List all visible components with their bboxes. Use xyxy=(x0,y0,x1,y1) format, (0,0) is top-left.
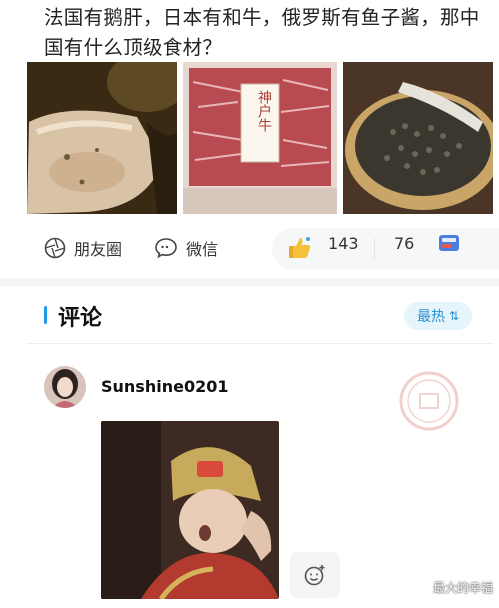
like-button[interactable] xyxy=(286,232,314,264)
kobe-beef-image[interactable]: 神户牛 xyxy=(183,62,337,214)
etc-badge-icon[interactable] xyxy=(438,234,460,254)
divider-line xyxy=(27,343,493,344)
comments-heading: 评论 xyxy=(58,306,103,331)
add-reaction-button[interactable] xyxy=(290,552,340,598)
caviar-image[interactable] xyxy=(343,62,493,214)
sort-label: 最热 xyxy=(416,309,445,325)
section-separator xyxy=(0,278,499,286)
seal-stamp-icon xyxy=(399,371,459,431)
post-image-strip: 神户牛 xyxy=(27,62,493,214)
thumbs-up-icon xyxy=(289,237,311,258)
comment-count[interactable]: 76 xyxy=(394,234,414,253)
sort-arrows-icon: ⇅ xyxy=(448,309,460,323)
watermark-text: 最大的幸福 xyxy=(432,581,493,595)
like-count: 143 xyxy=(328,234,359,253)
moments-label: 朋友圈 xyxy=(74,240,123,259)
chat-bubble-icon xyxy=(155,238,177,259)
share-moments-button[interactable]: 朋友圈 xyxy=(44,232,122,264)
aperture-icon xyxy=(44,237,66,259)
comment-username[interactable]: Sunshine0201 xyxy=(101,377,228,396)
share-wechat-button[interactable]: 微信 xyxy=(154,232,218,264)
avatar[interactable] xyxy=(44,366,86,408)
post-title: 法国有鹅肝，日本有和牛，俄罗斯有鱼子酱，那中国有什么顶级食材？ xyxy=(44,6,480,59)
comment-image[interactable] xyxy=(101,421,279,599)
pill-divider xyxy=(374,238,375,260)
kobe-beef-sign: 神户牛 xyxy=(256,90,272,132)
wechat-label: 微信 xyxy=(186,240,219,259)
sort-hot-button[interactable]: 最热 ⇅ xyxy=(404,302,472,330)
smiley-plus-icon xyxy=(304,565,325,586)
comments-accent-bar xyxy=(44,306,47,324)
share-action-bar: 朋友圈 微信 143 76 xyxy=(44,228,499,270)
foie-gras-image[interactable] xyxy=(27,62,177,214)
